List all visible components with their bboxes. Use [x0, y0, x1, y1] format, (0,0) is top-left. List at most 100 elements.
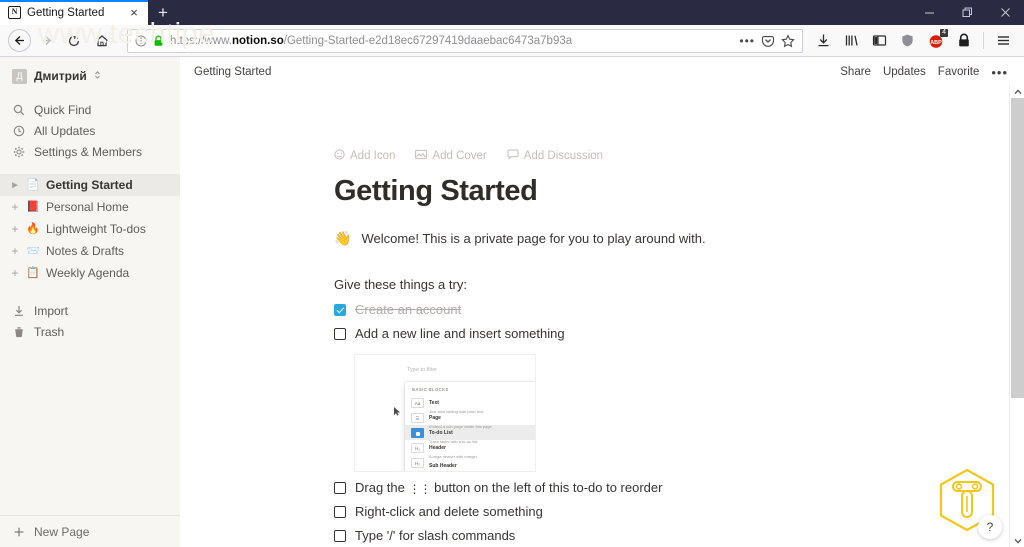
- checkbox-checked[interactable]: [334, 304, 346, 316]
- welcome-block[interactable]: 👋 Welcome! This is a private page for yo…: [334, 230, 984, 247]
- breadcrumb[interactable]: Getting Started: [194, 66, 840, 78]
- checkbox[interactable]: [334, 328, 346, 340]
- help-button[interactable]: ?: [978, 515, 1002, 539]
- add-cover-button[interactable]: Add Cover: [415, 149, 487, 163]
- navigation-toolbar: https://www.notion.so/Getting-Started-e2…: [0, 25, 1024, 57]
- page-icon: 📋: [26, 267, 40, 279]
- browser-tab[interactable]: N Getting Started ×: [0, 0, 148, 25]
- sidebar-page-label: Lightweight To-dos: [46, 222, 146, 236]
- title-bar: N Getting Started × +: [0, 0, 1024, 25]
- page-info-icon[interactable]: [135, 35, 147, 47]
- sidebar-item-trash[interactable]: Trash: [0, 321, 180, 342]
- sidebar-page-personal-home[interactable]: + 📕 Personal Home: [0, 196, 180, 218]
- shield-icon[interactable]: [895, 28, 920, 53]
- sidebar-page-label: Weekly Agenda: [46, 266, 130, 280]
- todo-text-after: button on the left of this to-do to reor…: [430, 480, 663, 495]
- embed-row-header: H₁ Header A large header with margin.: [405, 440, 535, 459]
- add-cover-label: Add Cover: [432, 150, 487, 162]
- notion-sidebar: Д Дмитрий Quick Find All Updates Setting…: [0, 57, 180, 547]
- sidebar-scroll-area: Д Дмитрий Quick Find All Updates Setting…: [0, 57, 180, 515]
- checkbox[interactable]: [334, 482, 346, 494]
- address-bar[interactable]: https://www.notion.so/Getting-Started-e2…: [127, 28, 803, 53]
- welcome-text: Welcome! This is a private page for you …: [361, 231, 706, 246]
- sidebar-item-settings-members[interactable]: Settings & Members: [0, 141, 180, 162]
- scroll-down-arrow-icon[interactable]: [1010, 534, 1024, 547]
- lockwise-icon[interactable]: [951, 28, 976, 53]
- todo-item[interactable]: Add a new line and insert something: [334, 324, 984, 348]
- close-window-button[interactable]: [986, 0, 1024, 25]
- embed-menu-panel: BASIC BLOCKS Aa Text Just start writing …: [405, 382, 535, 471]
- sidebar-page-weekly-agenda[interactable]: + 📋 Weekly Agenda: [0, 262, 180, 284]
- add-page-icon[interactable]: +: [10, 201, 20, 213]
- menu-icon[interactable]: [991, 28, 1016, 53]
- scrollbar-thumb[interactable]: [1011, 98, 1024, 398]
- embedded-block-menu-image[interactable]: Type to filter BASIC BLOCKS Aa Text Just…: [354, 354, 536, 472]
- todo-label: Right-click and delete something: [355, 504, 543, 519]
- text-block-icon: Aa: [411, 397, 424, 408]
- sidebar-page-label: Getting Started: [46, 178, 133, 192]
- prompt-text[interactable]: Give these things a try:: [334, 277, 984, 292]
- add-page-icon[interactable]: +: [10, 223, 20, 235]
- todo-item[interactable]: Drag the ⋮⋮ button on the left of this t…: [334, 478, 984, 502]
- page-topbar: Getting Started Share Updates Favorite •…: [180, 57, 1024, 87]
- page-icon: 🔥: [26, 223, 40, 235]
- checkbox[interactable]: [334, 530, 346, 542]
- image-icon: [415, 149, 428, 163]
- page-body: Add Icon Add Cover Add Discussion Gettin…: [180, 87, 1024, 547]
- sidebar-page-lightweight-todos[interactable]: + 🔥 Lightweight To-dos: [0, 218, 180, 240]
- adblock-plus-icon[interactable]: ABP 4: [923, 28, 948, 53]
- sidebar-item-import[interactable]: Import: [0, 300, 180, 321]
- scroll-up-arrow-icon[interactable]: [1010, 85, 1024, 98]
- library-icon[interactable]: [839, 28, 864, 53]
- favorite-button[interactable]: Favorite: [938, 66, 980, 78]
- notion-favicon-icon: N: [8, 6, 21, 19]
- chevron-updown-icon: [94, 70, 101, 82]
- scrollbar-track[interactable]: [1010, 98, 1024, 534]
- avatar: Д: [12, 68, 27, 84]
- sidebar-icon[interactable]: [867, 28, 892, 53]
- sidebar-item-label: Import: [34, 303, 69, 318]
- workspace-switcher[interactable]: Д Дмитрий: [0, 63, 180, 89]
- add-discussion-button[interactable]: Add Discussion: [507, 149, 603, 163]
- updates-button[interactable]: Updates: [883, 66, 926, 78]
- page-icon: 📕: [26, 201, 40, 213]
- new-tab-button[interactable]: +: [148, 1, 178, 25]
- add-page-icon[interactable]: +: [10, 267, 20, 279]
- page-actions-icon[interactable]: •••: [739, 34, 755, 48]
- reload-button[interactable]: [61, 28, 87, 54]
- back-button[interactable]: [8, 29, 31, 52]
- forward-button[interactable]: [33, 28, 59, 54]
- trash-icon: [12, 326, 26, 338]
- home-button[interactable]: [89, 28, 115, 54]
- download-icon[interactable]: [811, 28, 836, 53]
- add-page-icon[interactable]: +: [10, 245, 20, 257]
- sidebar-page-notes-drafts[interactable]: + 📨 Notes & Drafts: [0, 240, 180, 262]
- vertical-scrollbar[interactable]: [1009, 85, 1024, 547]
- maximize-restore-button[interactable]: [948, 0, 986, 25]
- embed-filter-placeholder: Type to filter: [407, 367, 437, 373]
- more-options-button[interactable]: •••: [991, 65, 1008, 80]
- sidebar-item-all-updates[interactable]: All Updates: [0, 120, 180, 141]
- new-page-button[interactable]: New Page: [0, 515, 180, 547]
- checkbox[interactable]: [334, 506, 346, 518]
- tab-title: Getting Started: [27, 6, 105, 19]
- bookmark-star-icon[interactable]: [781, 33, 795, 48]
- header-block-icon: H₁: [411, 442, 424, 453]
- sidebar-item-label: Quick Find: [34, 102, 92, 117]
- sidebar-page-getting-started[interactable]: ▶ 📄 Getting Started: [0, 174, 180, 196]
- add-icon-button[interactable]: Add Icon: [334, 149, 395, 163]
- todo-item[interactable]: Type '/' for slash commands: [334, 526, 984, 547]
- todo-item[interactable]: Create an account: [334, 300, 984, 324]
- gear-icon: [12, 146, 26, 158]
- pocket-icon[interactable]: [761, 34, 775, 48]
- minimize-button[interactable]: [910, 0, 948, 25]
- sidebar-item-quick-find[interactable]: Quick Find: [0, 99, 180, 120]
- chevron-right-icon[interactable]: ▶: [10, 181, 20, 189]
- page-title[interactable]: Getting Started: [334, 175, 984, 208]
- close-tab-icon[interactable]: ×: [126, 5, 142, 21]
- embed-row-title: Header: [429, 444, 446, 451]
- share-button[interactable]: Share: [840, 66, 871, 78]
- clock-icon: [12, 125, 26, 137]
- todo-item[interactable]: Right-click and delete something: [334, 502, 984, 526]
- wave-emoji-icon: 👋: [334, 230, 352, 246]
